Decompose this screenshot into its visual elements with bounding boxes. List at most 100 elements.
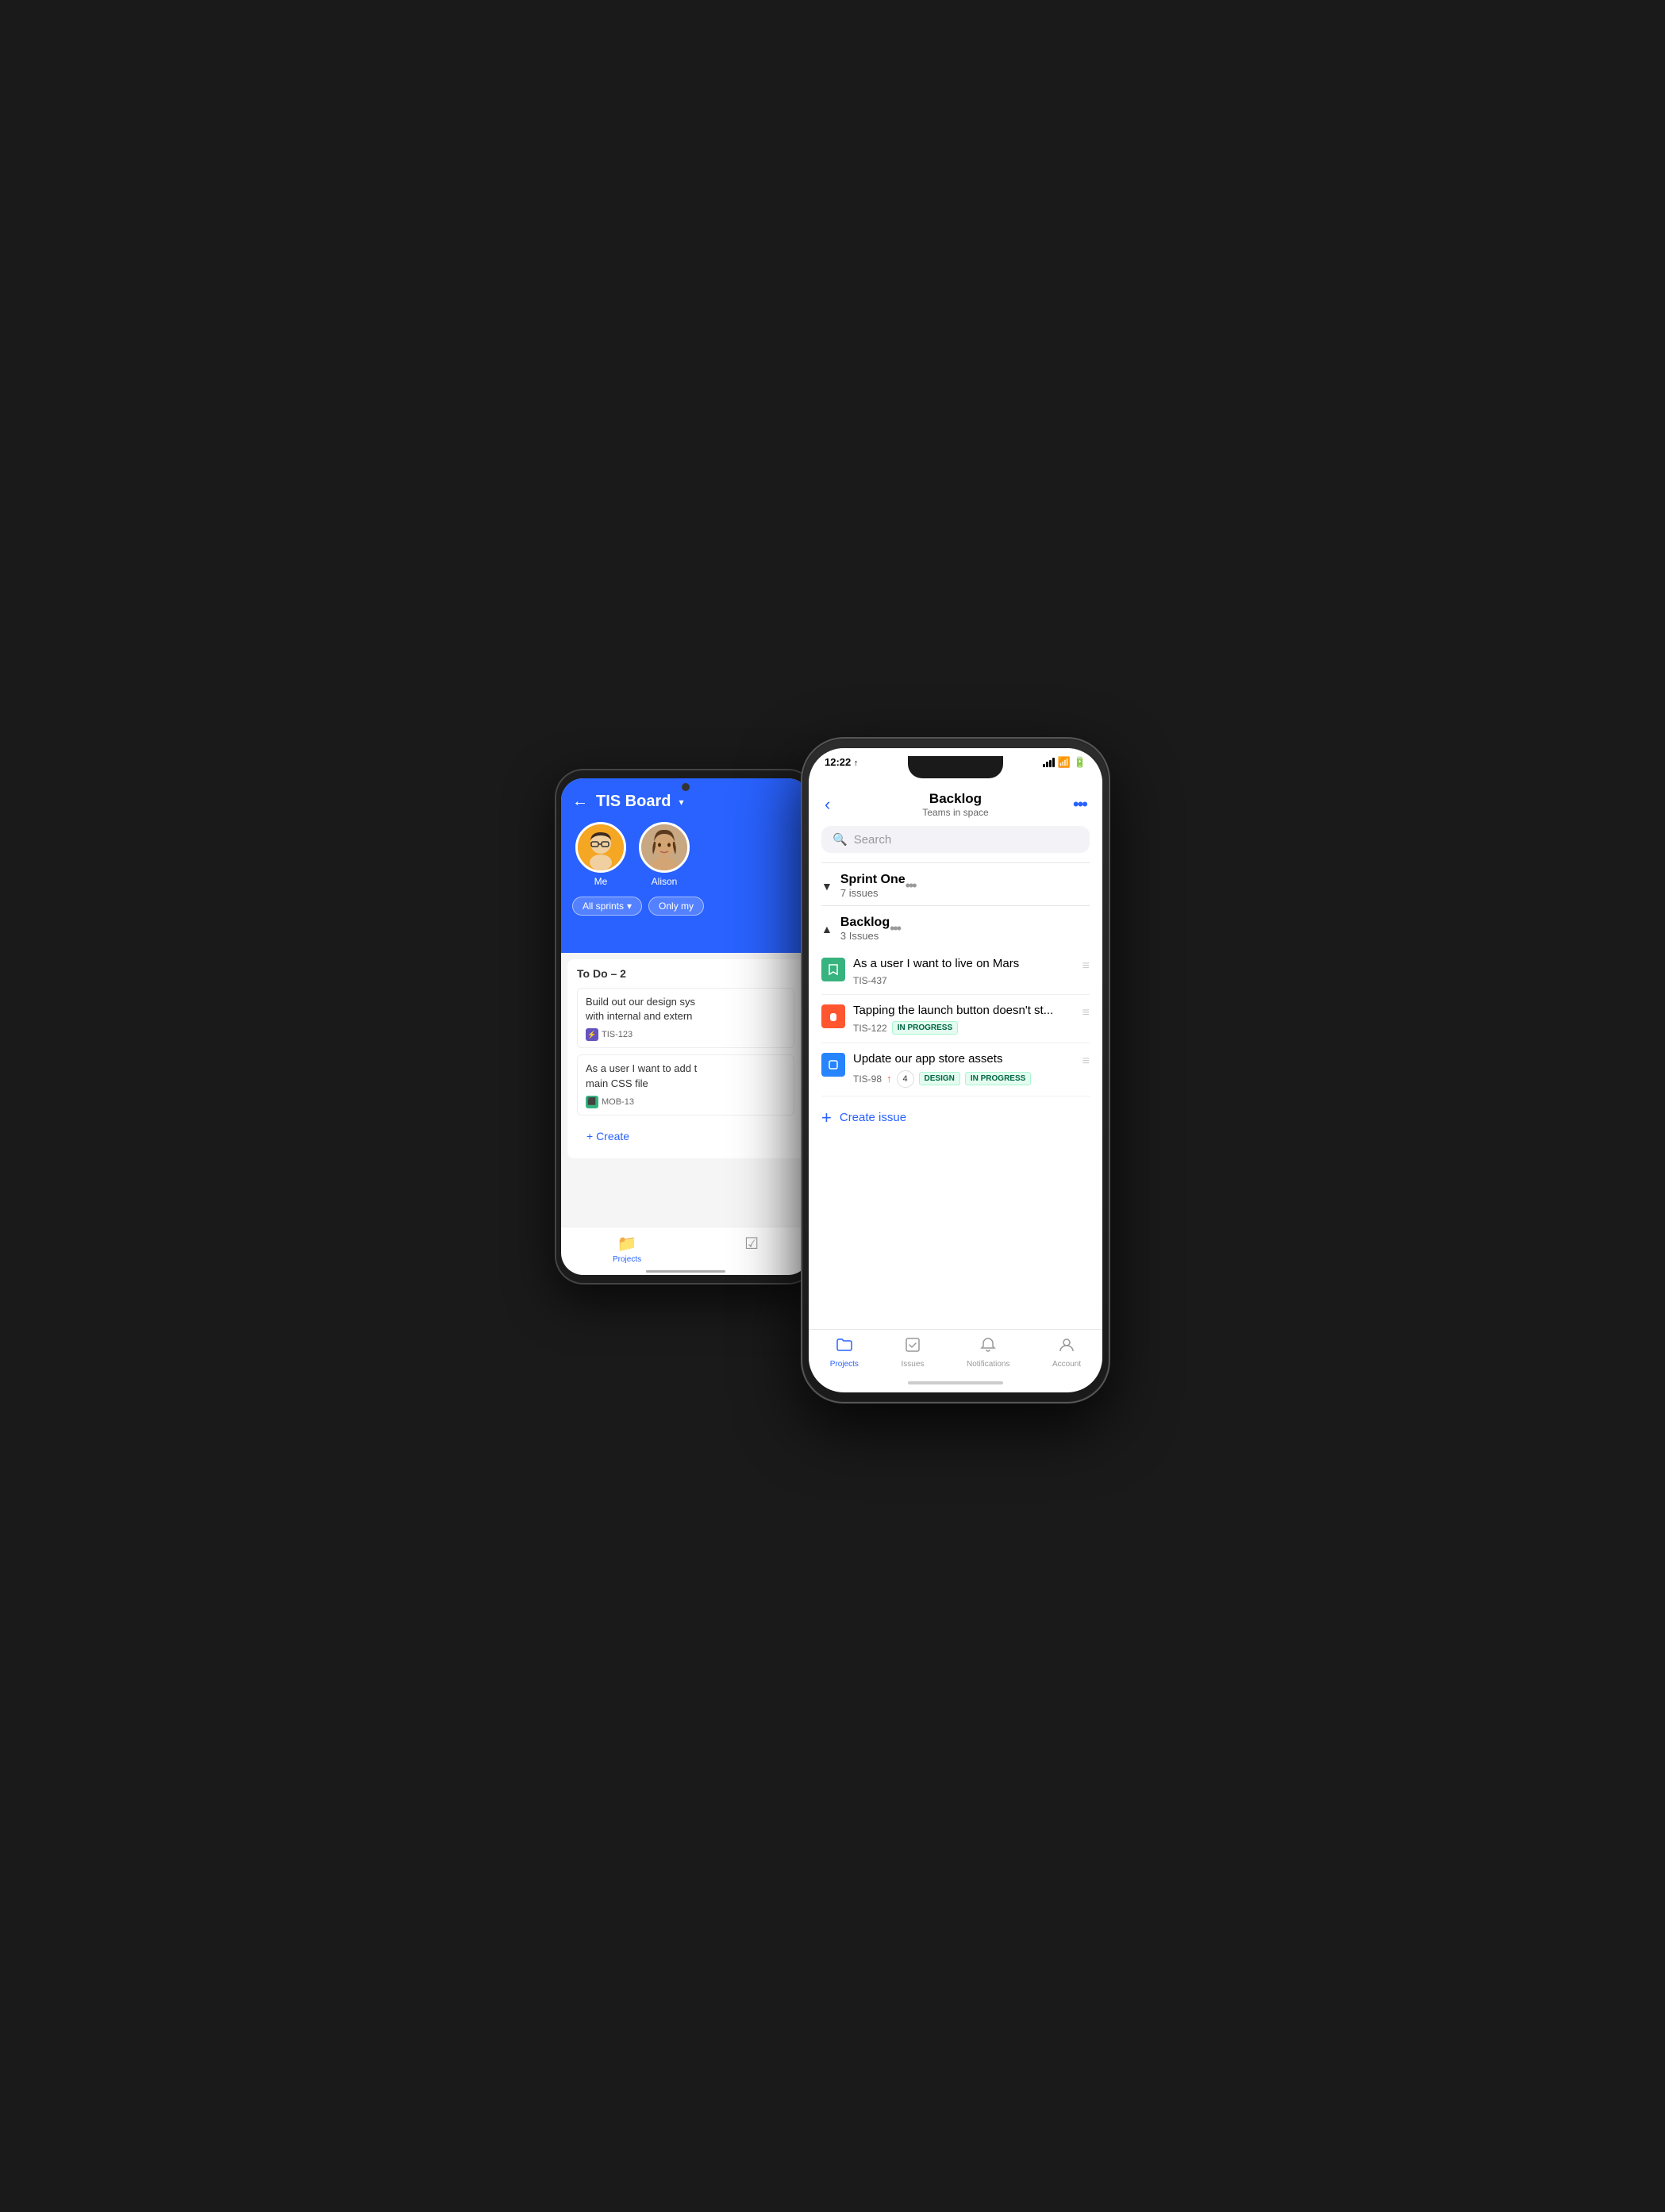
- card-1-id-text: TIS-123: [602, 1030, 633, 1039]
- card-1-id: ⚡ TIS-123: [586, 1028, 786, 1041]
- issue-2-content: Tapping the launch button doesn't st... …: [853, 1003, 1075, 1035]
- issue-3-id: TIS-98: [853, 1073, 882, 1085]
- battery-icon: 🔋: [1074, 756, 1086, 769]
- only-my-label: Only my: [659, 901, 694, 912]
- android-phone: ← TIS Board ▾: [555, 769, 817, 1285]
- card-1-text: Build out our design syswith internal an…: [586, 995, 786, 1023]
- home-bar: [646, 1270, 725, 1273]
- iphone-nav-issues[interactable]: Issues: [901, 1336, 924, 1373]
- backlog-section[interactable]: ▲ Backlog 3 Issues •••: [821, 905, 1090, 948]
- person-svg: [1058, 1336, 1075, 1354]
- iphone-more-button[interactable]: •••: [1058, 794, 1086, 815]
- iphone-status-bar: 12:22 ↑ 📶 🔋: [809, 748, 1102, 788]
- backlog-count: 3 Issues: [840, 930, 890, 942]
- android-bottom-nav: 📁 Projects ☑: [561, 1227, 810, 1267]
- iphone-issues-icon: [904, 1336, 921, 1358]
- android-nav-projects-label: Projects: [613, 1255, 641, 1264]
- bar3: [1049, 760, 1052, 767]
- iphone-phone: 12:22 ↑ 📶 🔋: [801, 737, 1110, 1404]
- sprint-one-chevron: ▼: [821, 880, 832, 893]
- issue-2-meta: TIS-122 IN PROGRESS: [853, 1021, 1075, 1035]
- iphone-nav-issues-label: Issues: [901, 1360, 924, 1369]
- android-nav-board[interactable]: ☑: [744, 1234, 759, 1264]
- iphone-account-icon: [1058, 1336, 1075, 1358]
- sprint-one-more[interactable]: •••: [906, 878, 916, 894]
- only-my-filter[interactable]: Only my: [648, 897, 704, 916]
- iphone-search-placeholder: Search: [854, 833, 892, 847]
- create-label: + Create: [586, 1130, 629, 1142]
- iphone-nav-notifications-label: Notifications: [967, 1360, 1009, 1369]
- scene: ← TIS Board ▾: [555, 737, 1110, 1475]
- card-2-text: As a user I want to add tmain CSS file: [586, 1062, 786, 1090]
- sprint-one-section[interactable]: ▼ Sprint One 7 issues •••: [821, 862, 1090, 905]
- home-bar-line: [908, 1381, 1003, 1384]
- backlog-chevron: ▲: [821, 923, 832, 935]
- iphone-page-title: Backlog: [853, 791, 1058, 807]
- kanban-card-2[interactable]: As a user I want to add tmain CSS file ⬛…: [577, 1054, 794, 1115]
- avatar-alison[interactable]: Alison: [639, 822, 690, 887]
- kanban-column-todo: To Do – 2 Build out our design syswith i…: [567, 959, 804, 1158]
- issue-2-id: TIS-122: [853, 1023, 887, 1034]
- issue-1-meta: TIS-437: [853, 975, 1075, 986]
- card-2-icon: ⬛: [586, 1096, 598, 1108]
- android-header: ← TIS Board ▾: [572, 793, 799, 811]
- issue-3-content: Update our app store assets TIS-98 ↑ 4 D…: [853, 1051, 1075, 1088]
- create-issue-button[interactable]: + Create issue: [821, 1096, 1090, 1139]
- issue-row-3[interactable]: Update our app store assets TIS-98 ↑ 4 D…: [821, 1043, 1090, 1096]
- backlog-more[interactable]: •••: [890, 920, 900, 937]
- backlog-title-block: Backlog 3 Issues: [840, 916, 890, 942]
- search-icon: 🔍: [832, 832, 848, 847]
- iphone-nav-account[interactable]: Account: [1052, 1336, 1081, 1373]
- card-2-id: ⬛ MOB-13: [586, 1096, 786, 1108]
- create-plus-icon: +: [821, 1108, 832, 1128]
- location-icon: ↑: [854, 758, 859, 768]
- task-svg: [827, 1058, 840, 1071]
- back-icon[interactable]: ←: [572, 793, 588, 811]
- issue-1-type-icon: [821, 958, 845, 981]
- issue-2-drag-handle: ≡: [1082, 1006, 1090, 1020]
- issue-3-badge-progress: IN PROGRESS: [965, 1072, 1031, 1085]
- backlog-title: Backlog: [840, 916, 890, 929]
- iphone-search-bar[interactable]: 🔍 Search: [821, 826, 1090, 853]
- iphone-time: 12:22 ↑: [825, 756, 908, 768]
- chevron-icon: ▾: [627, 901, 632, 912]
- issue-2-badge-progress: IN PROGRESS: [892, 1021, 958, 1035]
- issue-1-id: TIS-437: [853, 975, 887, 986]
- issue-1-title: As a user I want to live on Mars: [853, 956, 1075, 972]
- story-svg: [827, 963, 840, 976]
- android-nav-projects[interactable]: 📁 Projects: [613, 1234, 641, 1264]
- avatar-me-svg: [578, 824, 624, 870]
- issue-row-1[interactable]: As a user I want to live on Mars TIS-437…: [821, 948, 1090, 995]
- bar4: [1052, 758, 1055, 767]
- android-home-indicator: [561, 1267, 810, 1275]
- iphone-nav-projects[interactable]: Projects: [830, 1336, 859, 1373]
- bug-svg: [827, 1010, 840, 1023]
- sprint-one-title: Sprint One: [840, 873, 906, 886]
- iphone-back-button[interactable]: ‹: [825, 794, 853, 815]
- all-sprints-filter[interactable]: All sprints ▾: [572, 897, 642, 916]
- iphone-nav-notifications[interactable]: Notifications: [967, 1336, 1009, 1373]
- sprint-one-title-block: Sprint One 7 issues: [840, 873, 906, 899]
- folder-icon: 📁: [617, 1234, 637, 1254]
- android-filters: All sprints ▾ Only my: [572, 897, 799, 916]
- issue-3-subtask-count: 4: [897, 1070, 914, 1088]
- dropdown-icon[interactable]: ▾: [679, 797, 683, 808]
- avatar-me[interactable]: Me: [575, 822, 626, 887]
- iphone-nav-projects-label: Projects: [830, 1360, 859, 1369]
- iphone-notifications-icon: [979, 1336, 997, 1358]
- board-icon: ☑: [744, 1234, 759, 1254]
- all-sprints-label: All sprints: [583, 901, 624, 912]
- issue-3-badge-design: DESIGN: [919, 1072, 960, 1085]
- avatar-alison-label: Alison: [652, 876, 678, 887]
- board-title: TIS Board: [596, 793, 671, 811]
- signal-bars: [1043, 758, 1055, 767]
- iphone-header: ‹ Backlog Teams in space •••: [809, 788, 1102, 826]
- issue-3-type-icon: [821, 1053, 845, 1077]
- iphone-nav-account-label: Account: [1052, 1360, 1081, 1369]
- kanban-card-1[interactable]: Build out our design syswith internal an…: [577, 988, 794, 1048]
- iphone-page-subtitle: Teams in space: [853, 807, 1058, 818]
- issue-row-2[interactable]: Tapping the launch button doesn't st... …: [821, 995, 1090, 1044]
- android-create-button[interactable]: + Create: [577, 1122, 794, 1150]
- issue-3-drag-handle: ≡: [1082, 1054, 1090, 1069]
- issue-2-title: Tapping the launch button doesn't st...: [853, 1003, 1075, 1019]
